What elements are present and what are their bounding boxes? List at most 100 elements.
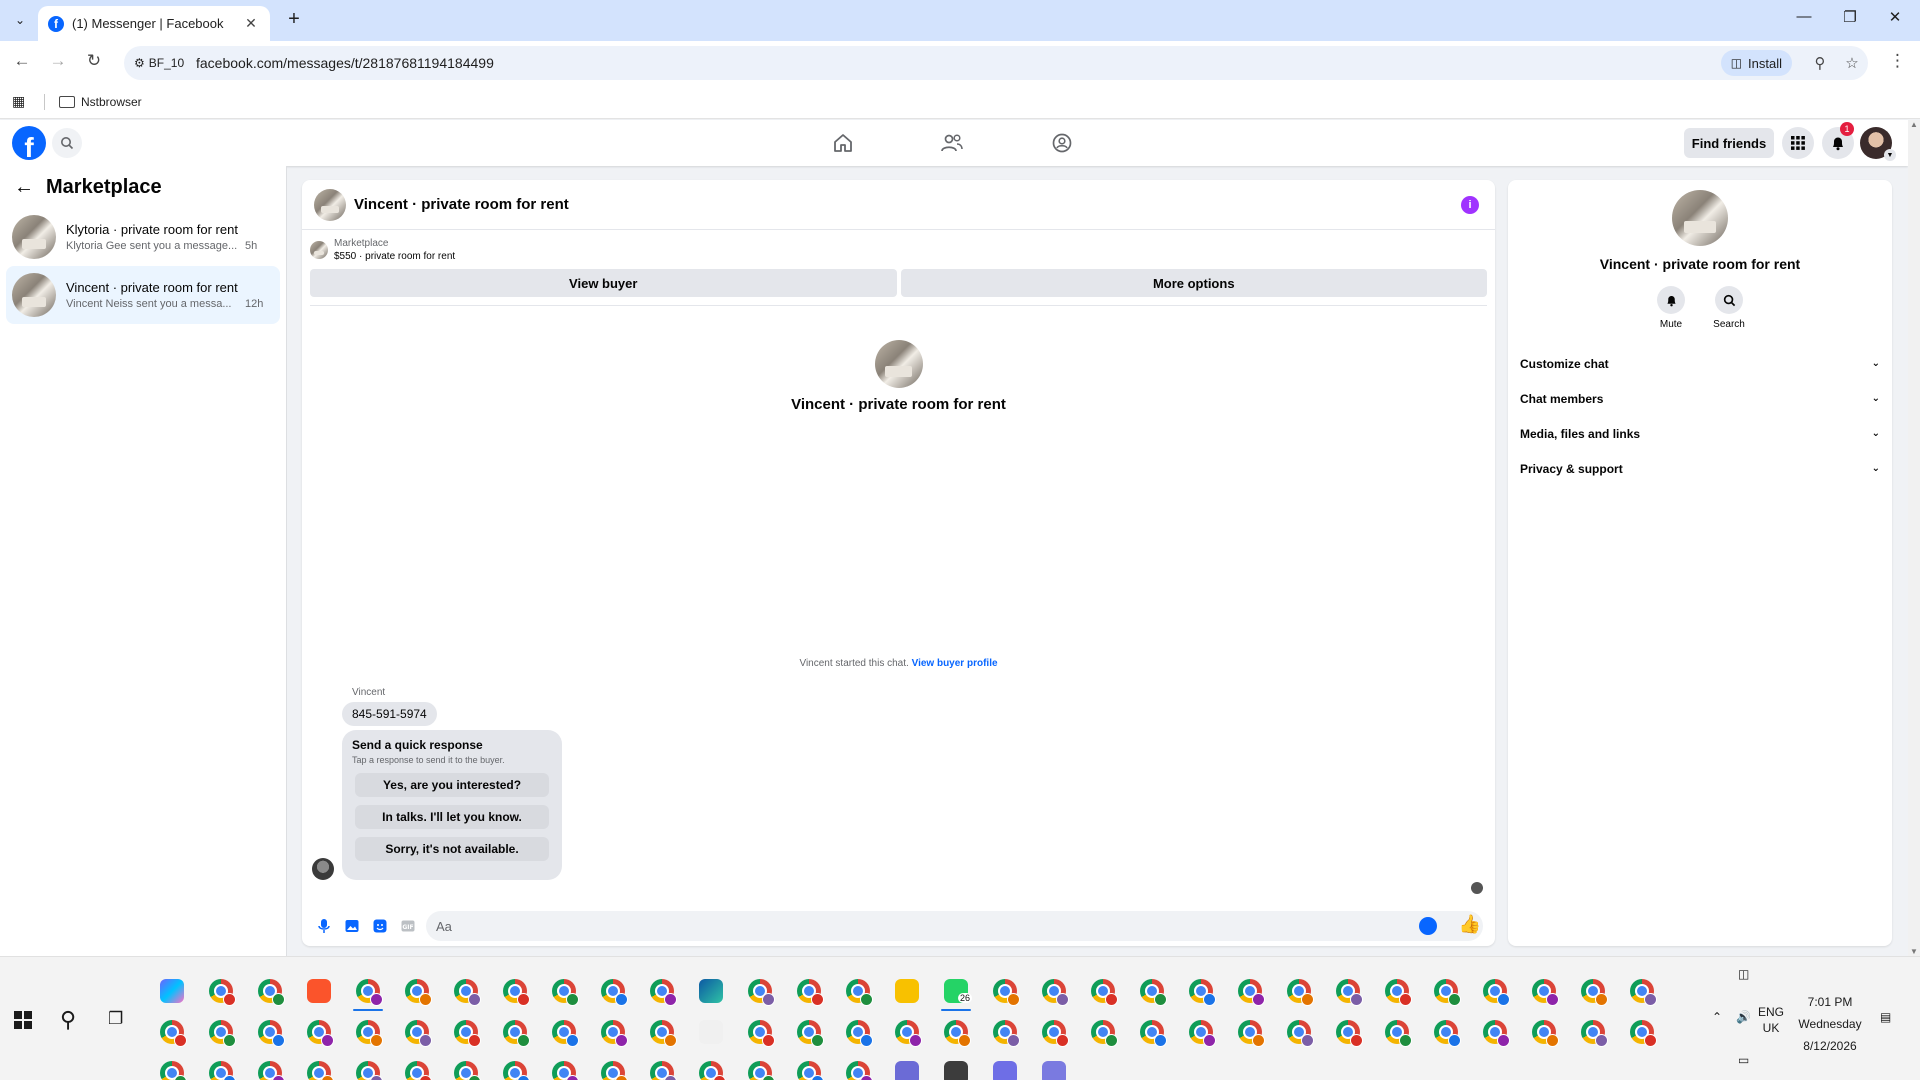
mute-button[interactable]: Mute <box>1656 286 1686 330</box>
chrome-profile-icon[interactable] <box>650 1020 677 1047</box>
chrome-profile-icon[interactable] <box>1336 979 1363 1006</box>
chrome-profile-icon[interactable] <box>405 1061 432 1080</box>
chrome-profile-icon[interactable] <box>1532 1020 1559 1047</box>
chrome-profile-icon[interactable] <box>503 1020 530 1047</box>
chrome-profile-icon[interactable] <box>1581 1020 1608 1047</box>
chrome-profile-icon[interactable] <box>601 1061 628 1080</box>
chrome-profile-icon[interactable] <box>1042 979 1069 1006</box>
chrome-profile-icon[interactable] <box>1091 1020 1118 1047</box>
taskbar-search-icon[interactable]: ⚲ <box>60 1007 76 1033</box>
chrome-profile-icon[interactable] <box>1434 979 1461 1006</box>
chrome-profile-icon[interactable] <box>601 1020 628 1047</box>
chrome-profile-icon[interactable] <box>454 1020 481 1047</box>
conversation-info-icon[interactable]: i <box>1461 196 1479 214</box>
chrome-profile-icon[interactable] <box>1189 1020 1216 1047</box>
brave-browser-icon[interactable] <box>307 979 331 1003</box>
apps-grid-icon[interactable]: ▦ <box>12 93 32 110</box>
minimize-window-icon[interactable]: — <box>1789 8 1819 25</box>
chrome-profile-icon[interactable] <box>1238 979 1265 1006</box>
chrome-profile-icon[interactable] <box>552 1061 579 1080</box>
chrome-profile-icon[interactable] <box>797 979 824 1006</box>
chrome-profile-icon[interactable] <box>405 1020 432 1047</box>
more-options-button[interactable]: More options <box>900 269 1487 297</box>
bookmark-folder-nstbrowser[interactable]: Nstbrowser <box>59 95 142 109</box>
zoom-icon[interactable]: ⚲ <box>1804 54 1836 72</box>
edge-browser-icon[interactable] <box>699 979 723 1003</box>
tray-device-icon[interactable]: ◫ <box>1738 967 1749 981</box>
chrome-profile-icon[interactable] <box>601 979 628 1006</box>
chrome-profile-icon[interactable] <box>1581 979 1608 1006</box>
chrome-profile-icon[interactable] <box>1630 979 1657 1006</box>
quick-response-option[interactable]: In talks. I'll let you know. <box>355 805 549 829</box>
emoji-icon[interactable] <box>1419 917 1437 935</box>
quick-response-option[interactable]: Sorry, it's not available. <box>355 837 549 861</box>
page-scrollbar[interactable]: ▲ ▼ <box>1908 120 1920 956</box>
forward-arrow-icon[interactable]: → <box>46 51 70 71</box>
microphone-icon[interactable] <box>310 912 338 940</box>
chrome-profile-icon[interactable] <box>993 1061 1017 1080</box>
scroll-up-arrow-icon[interactable]: ▲ <box>1908 120 1920 129</box>
restore-window-icon[interactable]: ❐ <box>1835 8 1865 26</box>
address-bar[interactable]: ⚙ BF_10 facebook.com/messages/t/28187681… <box>124 46 1868 80</box>
view-buyer-button[interactable]: View buyer <box>310 269 897 297</box>
browser-tab-messenger[interactable]: f (1) Messenger | Facebook ✕ <box>38 6 270 41</box>
chat-item-vincent[interactable]: Vincent · private room for rent Vincent … <box>6 266 280 324</box>
chrome-profile-icon[interactable] <box>748 979 775 1006</box>
message-input[interactable] <box>426 911 1483 941</box>
chrome-profile-icon[interactable] <box>1483 1020 1510 1047</box>
view-buyer-profile-link[interactable]: View buyer profile <box>912 658 998 669</box>
chrome-profile-icon[interactable] <box>1189 979 1216 1006</box>
chrome-profile-icon[interactable] <box>1287 979 1314 1006</box>
chrome-profile-icon[interactable] <box>1434 1020 1461 1047</box>
chrome-profile-icon[interactable] <box>797 1061 824 1080</box>
app-icon[interactable] <box>895 1061 919 1080</box>
chrome-profile-icon[interactable] <box>258 1061 285 1080</box>
chat-item-klytoria[interactable]: Klytoria · private room for rent Klytori… <box>6 208 280 266</box>
chrome-profile-icon[interactable] <box>748 1061 775 1080</box>
conversation-title[interactable]: Vincent · private room for rent <box>354 196 569 213</box>
scroll-down-arrow-icon[interactable]: ▼ <box>1908 947 1920 956</box>
message-bubble[interactable]: 845-591-5974 <box>342 702 437 726</box>
chat-members-section[interactable]: Chat members ⌄ <box>1508 381 1892 416</box>
chrome-profile-icon[interactable] <box>1091 979 1118 1006</box>
chrome-profile-icon[interactable] <box>209 979 236 1006</box>
chrome-profile-icon[interactable] <box>1287 1020 1314 1047</box>
language-indicator[interactable]: ENG UK <box>1758 1004 1784 1036</box>
install-app-button[interactable]: ◫ Install <box>1720 50 1792 76</box>
chrome-profile-icon[interactable] <box>454 1061 481 1080</box>
chrome-profile-icon[interactable] <box>797 1020 824 1047</box>
blank-file-icon[interactable] <box>699 1020 723 1044</box>
chrome-profile-icon[interactable] <box>1532 979 1559 1006</box>
chrome-profile-icon[interactable] <box>503 979 530 1006</box>
chrome-profile-icon[interactable] <box>209 1020 236 1047</box>
chrome-profile-icon[interactable] <box>944 1020 971 1047</box>
groups-nav-icon[interactable] <box>1042 130 1082 156</box>
site-info-chip[interactable]: ⚙ BF_10 <box>124 56 192 70</box>
conversation-avatar[interactable] <box>314 188 346 221</box>
chrome-profile-icon[interactable] <box>209 1061 236 1080</box>
chrome-profile-icon[interactable] <box>1483 979 1510 1006</box>
facebook-search-button[interactable] <box>52 128 82 158</box>
tray-chevron-up-icon[interactable]: ⌃ <box>1712 1010 1722 1024</box>
media-files-links-section[interactable]: Media, files and links ⌄ <box>1508 416 1892 451</box>
chrome-profile-icon[interactable] <box>1140 979 1167 1006</box>
privacy-support-section[interactable]: Privacy & support ⌄ <box>1508 451 1892 486</box>
chrome-profile-icon[interactable] <box>1042 1020 1069 1047</box>
account-avatar[interactable]: ▼ <box>1860 127 1896 161</box>
new-tab-plus-icon[interactable]: + <box>282 8 306 32</box>
chrome-profile-icon[interactable] <box>1385 1020 1412 1047</box>
chrome-profile-icon[interactable] <box>1042 1061 1066 1080</box>
chrome-profile-icon[interactable] <box>160 1061 187 1080</box>
menu-grid-button[interactable] <box>1782 127 1814 159</box>
taskbar-clock[interactable]: 7:01 PM Wednesday 8/12/2026 <box>1792 991 1868 1057</box>
thumbs-up-icon[interactable]: 👍 <box>1459 914 1481 935</box>
chrome-profile-icon[interactable] <box>258 1020 285 1047</box>
customize-chat-section[interactable]: Customize chat ⌄ <box>1508 346 1892 381</box>
back-arrow-icon[interactable]: ← <box>14 176 34 199</box>
notification-center-icon[interactable]: ▤ <box>1880 1010 1891 1024</box>
chrome-profile-icon[interactable] <box>993 979 1020 1006</box>
chrome-profile-icon[interactable] <box>356 1061 383 1080</box>
chrome-profile-icon[interactable] <box>356 979 383 1006</box>
search-in-chat-button[interactable]: Search <box>1713 286 1745 330</box>
close-window-icon[interactable]: ✕ <box>1880 8 1910 26</box>
